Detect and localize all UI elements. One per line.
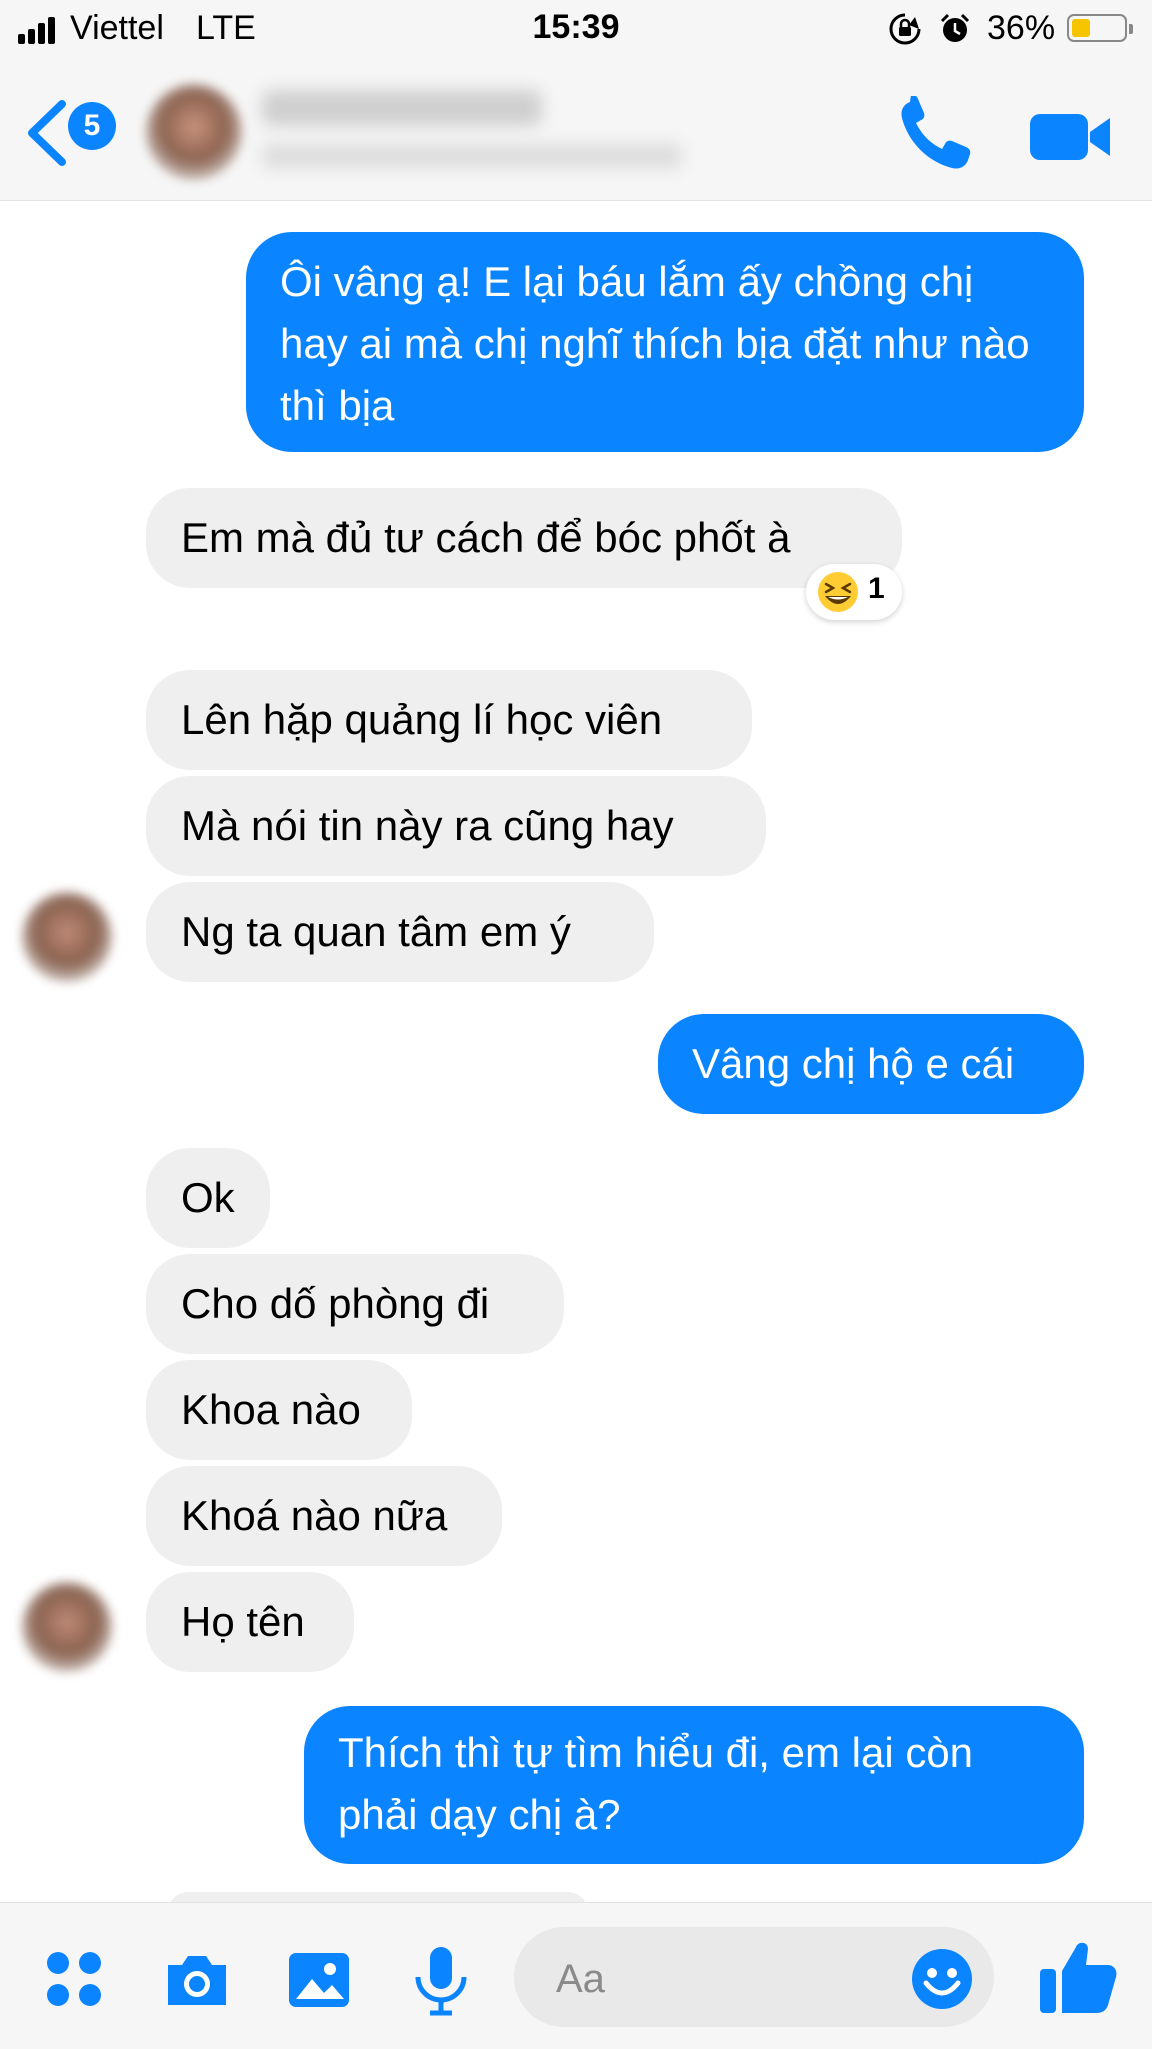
- message-input-placeholder: Aa: [556, 1957, 605, 2001]
- received-message[interactable]: Họ tên: [146, 1572, 354, 1672]
- thumbs-up-icon[interactable]: [1036, 1933, 1120, 2017]
- received-message[interactable]: Ng ta quan tâm em ý: [146, 882, 654, 982]
- contact-status-redacted: [262, 144, 682, 168]
- status-bar: Viettel LTE 15:39 36%: [0, 0, 1152, 58]
- clock: 15:39: [532, 8, 620, 46]
- message-input[interactable]: Aa: [514, 1927, 994, 2027]
- received-message[interactable]: Mà nói tin này ra cũng hay: [146, 776, 766, 876]
- battery-percent: 36%: [987, 9, 1056, 47]
- rotation-lock-icon: [889, 13, 921, 45]
- received-message[interactable]: Cho dố phòng đi: [146, 1254, 564, 1354]
- emoji-smile-icon[interactable]: [910, 1947, 974, 2011]
- received-message[interactable]: Ok: [146, 1148, 270, 1248]
- reaction-count: 1: [868, 572, 885, 605]
- received-message[interactable]: Khoá nào nữa: [146, 1466, 502, 1566]
- microphone-icon[interactable]: [404, 1943, 478, 2017]
- apps-grid-icon[interactable]: [38, 1943, 112, 2017]
- sender-avatar[interactable]: [22, 892, 112, 982]
- message-reaction[interactable]: 1: [806, 564, 902, 620]
- composer-bar: Aa: [0, 1902, 1152, 2049]
- sender-avatar[interactable]: [22, 1582, 112, 1672]
- camera-icon[interactable]: [160, 1943, 234, 2017]
- alarm-icon: [940, 13, 970, 42]
- grinning-squint-emoji-icon: [818, 572, 858, 612]
- received-message[interactable]: Em mà đủ tư cách để bóc phốt à: [146, 488, 902, 588]
- video-camera-icon[interactable]: [1026, 102, 1116, 172]
- phone-icon[interactable]: [896, 96, 976, 176]
- contact-avatar[interactable]: [146, 84, 242, 180]
- received-message[interactable]: Lên hặp quảng lí học viên: [146, 670, 752, 770]
- received-message[interactable]: Khoa nào: [146, 1360, 412, 1460]
- conversation-header: 5: [0, 58, 1152, 201]
- battery-fill: [1072, 19, 1090, 37]
- contact-name-redacted[interactable]: [262, 90, 542, 126]
- unread-count-badge[interactable]: 5: [68, 102, 116, 150]
- sent-message[interactable]: Thích thì tự tìm hiểu đi, em lại còn phả…: [304, 1706, 1084, 1864]
- sent-message[interactable]: Vâng chị hộ e cái: [658, 1014, 1084, 1114]
- gallery-icon[interactable]: [282, 1943, 356, 2017]
- sent-message[interactable]: Ôi vâng ạ! E lại báu lắm ấy chồng chị ha…: [246, 232, 1084, 452]
- battery-icon: [1067, 14, 1133, 42]
